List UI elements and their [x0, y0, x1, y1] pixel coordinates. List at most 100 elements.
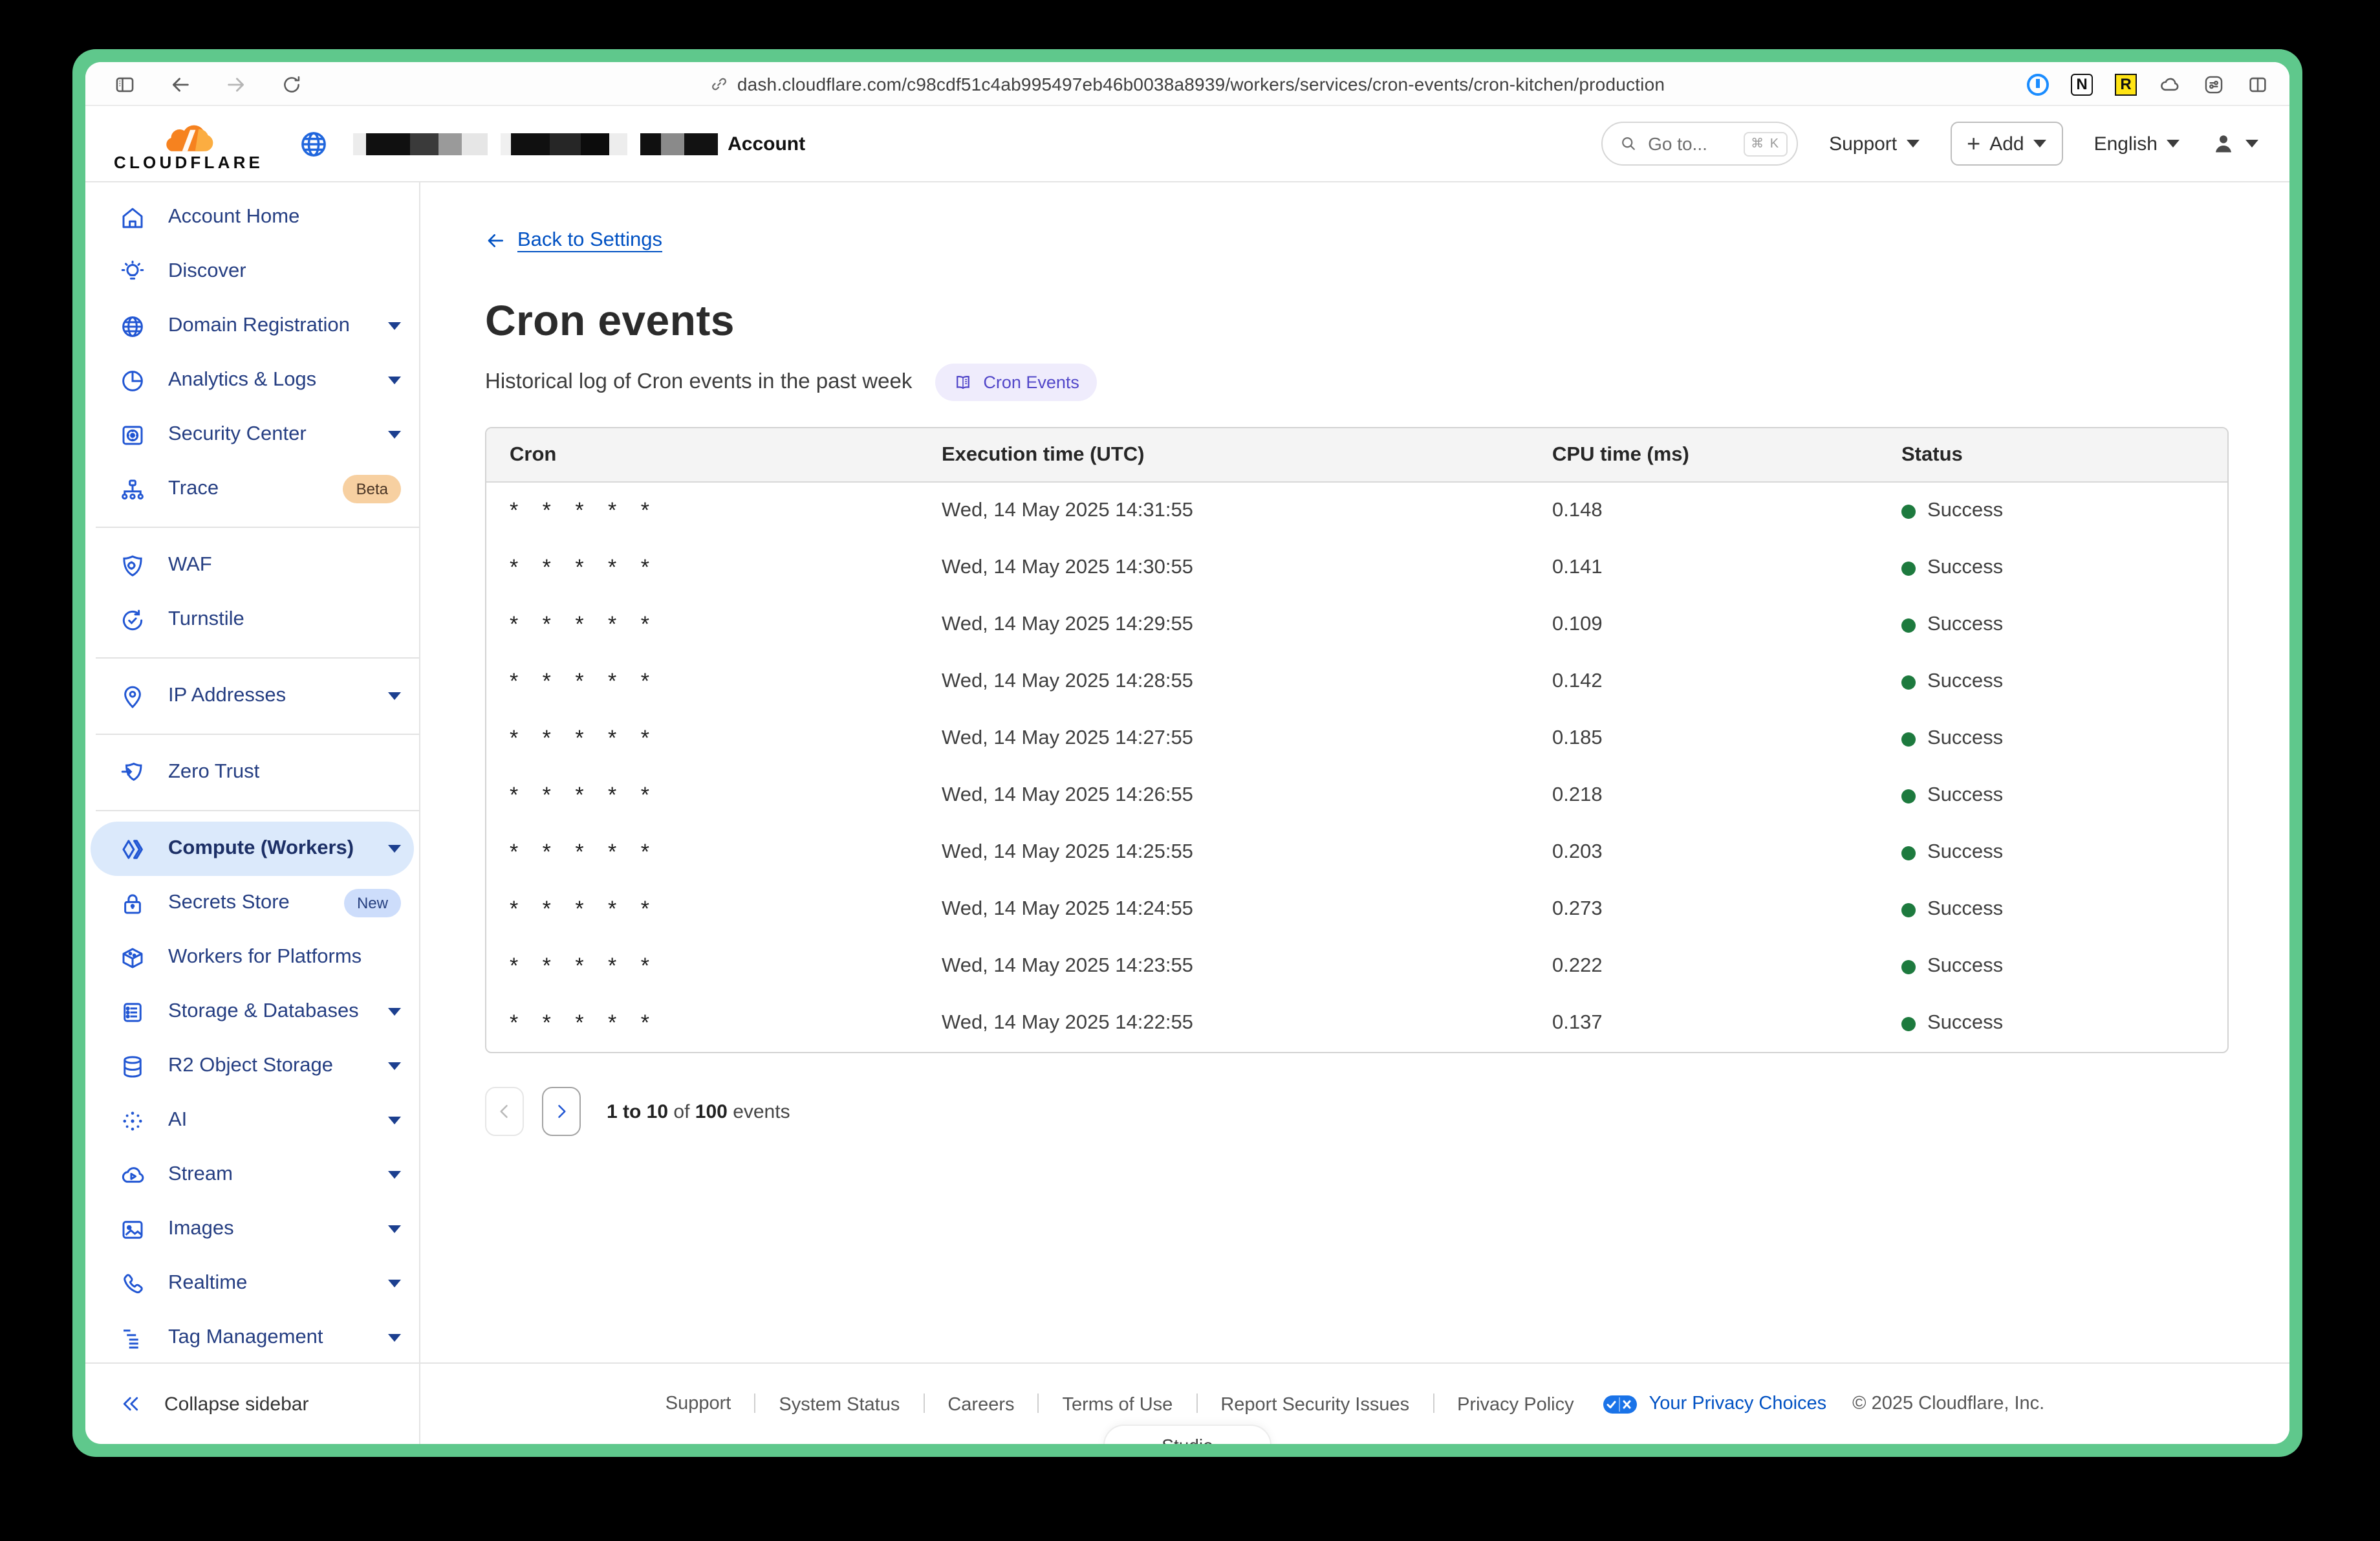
- cron-expression-cell: * * * * *: [510, 555, 942, 581]
- account-menu[interactable]: [2211, 131, 2258, 157]
- split-view-icon[interactable]: [2247, 73, 2269, 95]
- pagination-range: 1 to 10: [607, 1100, 668, 1122]
- execution-time-cell: Wed, 14 May 2025 14:26:55: [942, 784, 1552, 807]
- footer-link[interactable]: Support: [665, 1393, 731, 1414]
- sidebar-item[interactable]: Secrets Store New: [85, 876, 419, 930]
- sidebar-toggle-icon[interactable]: [114, 73, 136, 95]
- book-icon: [953, 373, 973, 392]
- back-icon[interactable]: [169, 73, 191, 95]
- add-button[interactable]: + Add: [1950, 122, 2062, 166]
- browser-window: dash.cloudflare.com/c98cdf51c4ab995497eb…: [85, 62, 2289, 1444]
- globe-icon: [297, 127, 329, 160]
- sidebar-item[interactable]: Domain Registration: [85, 299, 419, 353]
- r-extension-icon[interactable]: R: [2115, 73, 2137, 95]
- chevron-down-icon: [388, 1280, 401, 1287]
- sidebar-item[interactable]: R2 Object Storage: [85, 1039, 419, 1093]
- sidebar-item[interactable]: Trace Beta: [85, 462, 419, 516]
- image-icon: [119, 1216, 146, 1243]
- onepassword-extension-icon[interactable]: [2027, 73, 2049, 95]
- bottom-floating-pill[interactable]: Studio: [1103, 1425, 1271, 1444]
- your-privacy-choices-link[interactable]: Your Privacy Choices: [1603, 1393, 1827, 1414]
- success-dot: [1901, 959, 1916, 974]
- execution-time-cell: Wed, 14 May 2025 14:24:55: [942, 898, 1552, 921]
- reload-icon[interactable]: [281, 73, 303, 95]
- sidebar-item[interactable]: Turnstile: [85, 593, 419, 647]
- extensions-settings-icon[interactable]: [2203, 73, 2225, 95]
- cron-expression-cell: * * * * *: [510, 498, 942, 524]
- page-title: Cron events: [485, 296, 2229, 345]
- status-cell: Success: [1901, 556, 2227, 580]
- table-row: * * * * * Wed, 14 May 2025 14:30:55 0.14…: [486, 540, 2227, 596]
- sidebar-item[interactable]: Workers for Platforms: [85, 930, 419, 985]
- sidebar-item-label: Turnstile: [168, 608, 401, 631]
- collapse-sidebar-button[interactable]: Collapse sidebar: [85, 1362, 419, 1444]
- footer-link[interactable]: System Status: [731, 1393, 900, 1415]
- sidebar-item[interactable]: Realtime: [85, 1256, 419, 1311]
- arrow-left-icon: [485, 230, 506, 251]
- sidebar-item[interactable]: Account Home: [85, 190, 419, 245]
- previous-page-button[interactable]: [485, 1087, 524, 1136]
- sidebar-item-label: Images: [168, 1218, 366, 1241]
- footer-link[interactable]: Terms of Use: [1015, 1393, 1173, 1415]
- sidebar-item[interactable]: Zero Trust: [85, 745, 419, 800]
- sidebar-item[interactable]: Storage & Databases: [85, 985, 419, 1039]
- sidebar-item-label: R2 Object Storage: [168, 1055, 366, 1078]
- box-icon: [119, 944, 146, 971]
- execution-time-cell: Wed, 14 May 2025 14:30:55: [942, 556, 1552, 580]
- sidebar-item-label: WAF: [168, 554, 401, 577]
- footer-link[interactable]: Careers: [900, 1393, 1014, 1415]
- sidebar-item[interactable]: Analytics & Logs: [85, 353, 419, 408]
- back-to-settings-link[interactable]: Back to Settings: [485, 229, 662, 252]
- sidebar-divider: [96, 810, 419, 811]
- sidebar-item[interactable]: Security Center: [85, 408, 419, 462]
- sidebar-item[interactable]: AI: [85, 1093, 419, 1148]
- sidebar-item[interactable]: Tag Management: [85, 1311, 419, 1362]
- pagination-summary: 1 to 10 of 100 events: [607, 1100, 790, 1122]
- goto-search[interactable]: Go to... ⌘ K: [1601, 122, 1798, 166]
- cron-expression-cell: * * * * *: [510, 783, 942, 809]
- chevron-down-icon: [388, 431, 401, 439]
- footer-link[interactable]: Privacy Policy: [1409, 1393, 1574, 1415]
- sidebar-item[interactable]: Stream: [85, 1148, 419, 1202]
- footer-link[interactable]: Report Security Issues: [1173, 1393, 1409, 1415]
- chevron-down-icon: [388, 377, 401, 384]
- chevron-down-icon: [388, 1334, 401, 1342]
- success-dot: [1901, 1016, 1916, 1031]
- execution-time-cell: Wed, 14 May 2025 14:25:55: [942, 841, 1552, 864]
- screen: dash.cloudflare.com/c98cdf51c4ab995497eb…: [0, 0, 2380, 1541]
- table-row: * * * * * Wed, 14 May 2025 14:28:55 0.14…: [486, 653, 2227, 710]
- status-cell: Success: [1901, 499, 2227, 523]
- column-header-cron: Cron: [510, 443, 942, 466]
- table-row: * * * * * Wed, 14 May 2025 14:22:55 0.13…: [486, 995, 2227, 1052]
- success-dot: [1901, 618, 1916, 632]
- sidebar-divider: [96, 527, 419, 528]
- sidebar-item-label: Secrets Store: [168, 891, 330, 915]
- status-label: Success: [1927, 784, 2003, 807]
- cpu-time-cell: 0.141: [1552, 556, 1901, 580]
- chevron-down-icon: [2167, 140, 2180, 148]
- sidebar-item[interactable]: Images: [85, 1202, 419, 1256]
- footer: SupportSystem StatusCareersTerms of UseR…: [420, 1362, 2289, 1444]
- sidebar-item[interactable]: Compute (Workers): [91, 822, 414, 876]
- sidebar: Account Home Discover: [85, 182, 420, 1444]
- support-menu[interactable]: Support: [1829, 133, 1919, 155]
- chevron-down-icon: [2245, 140, 2258, 148]
- language-menu[interactable]: English: [2094, 133, 2180, 155]
- cron-expression-cell: * * * * *: [510, 840, 942, 866]
- sidebar-item[interactable]: Discover: [85, 245, 419, 299]
- cloudflare-logo[interactable]: CLOUDFLARE: [114, 116, 263, 171]
- pagination-of: of: [673, 1100, 689, 1122]
- status-label: Success: [1927, 898, 2003, 921]
- next-page-button[interactable]: [542, 1087, 581, 1136]
- sidebar-item[interactable]: IP Addresses: [85, 669, 419, 723]
- globe-icon: [119, 312, 146, 340]
- sidebar-item[interactable]: WAF: [85, 538, 419, 593]
- forward-icon[interactable]: [225, 73, 247, 95]
- sidebar-item-badge: Beta: [343, 475, 401, 503]
- table-row: * * * * * Wed, 14 May 2025 14:26:55 0.21…: [486, 767, 2227, 824]
- cloud-extension-icon[interactable]: [2159, 73, 2181, 95]
- notion-extension-icon[interactable]: N: [2071, 73, 2093, 95]
- cron-expression-cell: * * * * *: [510, 1011, 942, 1036]
- address-bar[interactable]: dash.cloudflare.com/c98cdf51c4ab995497eb…: [85, 62, 2289, 106]
- url-text: dash.cloudflare.com/c98cdf51c4ab995497eb…: [737, 74, 1665, 94]
